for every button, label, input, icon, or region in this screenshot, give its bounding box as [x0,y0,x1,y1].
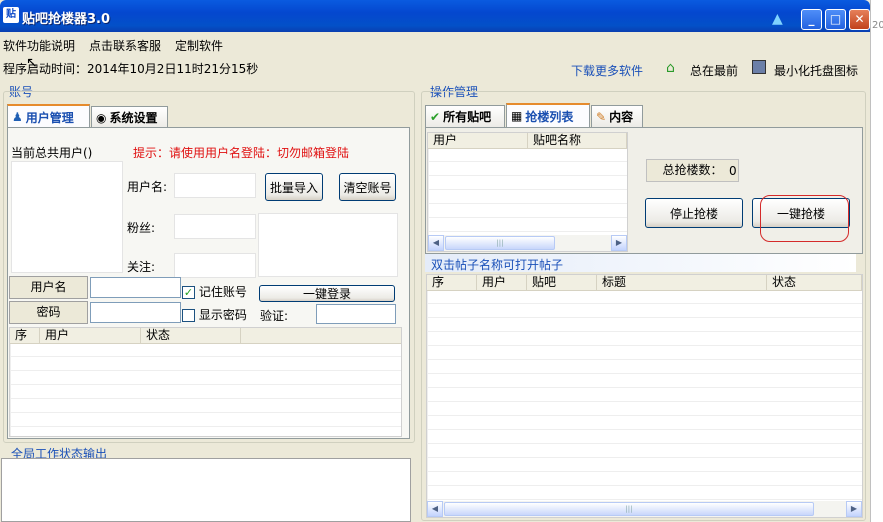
fans-field [174,214,256,239]
col-status[interactable]: 状态 [141,328,241,343]
background-window-edge: 20 [870,0,883,522]
edge-text: 20 [872,20,883,31]
tab-content-label: 内容 [609,110,634,124]
col-post-title[interactable]: 标题 [597,275,767,290]
col-user[interactable]: 用户 [40,328,141,343]
app-icon: 贴 [3,7,19,23]
window-title: 贴吧抢楼器3.0 [22,12,111,27]
verify-label: 验证: [260,309,289,323]
avatar-box [258,213,398,277]
post-scroll-thumb[interactable]: ||| [444,502,814,516]
password-input[interactable] [90,302,181,323]
scroll-thumb[interactable]: ||| [445,236,555,250]
start-time-status: 程序启动时间：2014年10月2日11时21分15秒 [3,62,259,76]
menu-item-help[interactable]: 软件功能说明 [3,37,75,54]
global-status-output[interactable] [1,458,411,522]
fans-label: 粉丝: [127,221,156,235]
cursor-icon: ↖ [26,55,38,71]
remember-check-icon: ✓ [182,286,195,299]
remember-account-checkbox[interactable]: ✓ 记住账号 [182,283,247,300]
show-password-box [182,309,195,322]
always-on-top-button[interactable]: 总在最前 [690,62,738,79]
menu-item-contact[interactable]: 点击联系客服 [89,37,161,54]
col-post-user[interactable]: 用户 [477,275,527,290]
forum-list-header: 用户 贴吧名称 [428,133,627,149]
post-table[interactable]: 序 用户 贴吧 标题 状态 ◀ ||| ▶ [426,274,863,518]
tab-system-settings[interactable]: ◉ 系统设置 [91,106,168,128]
follow-field [174,253,256,278]
tab-all-forums[interactable]: ✔ 所有贴吧 [425,105,505,127]
col-forum-name[interactable]: 贴吧名称 [528,133,627,148]
username-info-label: 用户名: [127,180,168,194]
tab-all-forums-label: 所有贴吧 [443,110,492,124]
pencil-icon: ✎ [596,109,607,124]
user-list-box[interactable] [11,161,123,273]
batch-import-button[interactable]: 批量导入 [265,173,323,201]
tab-user-management-label: 用户管理 [25,110,74,125]
tab-system-settings-label: 系统设置 [109,111,158,125]
col-list-user[interactable]: 用户 [428,133,528,148]
password-label: 密码 [9,301,88,324]
minimize-button[interactable]: _ [801,9,822,30]
pin-icon[interactable]: ▲ [772,11,786,27]
app-window: 贴 贴吧抢楼器3.0 ▲ _ □ ✕ 软件功能说明 点击联系客服 定制软件 程序… [0,0,870,522]
col-post-status[interactable]: 状态 [767,275,862,290]
post-scroll-left-icon[interactable]: ◀ [427,501,443,517]
clear-accounts-button[interactable]: 清空账号 [339,173,396,201]
list-icon: ▦ [511,109,523,123]
tab-grab-list[interactable]: ▦ 抢楼列表 [506,103,590,127]
tray-icon [752,60,766,74]
total-grabs-value: 0 [729,164,737,178]
remember-account-label: 记住账号 [198,285,247,299]
username-info-field[interactable] [174,173,256,198]
download-more-link[interactable]: 下载更多软件 [571,62,643,79]
post-table-hscrollbar[interactable]: ◀ ||| ▶ [427,501,862,517]
scroll-right-icon[interactable]: ▶ [611,235,627,251]
col-post-forum[interactable]: 贴吧 [527,275,597,290]
check-icon: ✔ [430,109,441,124]
post-hint: 双击帖子名称可打开帖子 [431,258,564,272]
close-button[interactable]: ✕ [849,9,870,30]
forum-list-table[interactable]: 用户 贴吧名称 ◀ ||| ▶ [427,132,628,252]
show-password-label: 显示密码 [198,308,247,322]
tab-user-management[interactable]: ♟ 用户管理 [7,104,90,128]
show-password-checkbox[interactable]: 显示密码 [182,306,247,323]
maximize-button[interactable]: □ [825,9,846,30]
total-grabs-label: 总抢楼数： [646,159,739,182]
col-index[interactable]: 序 [10,328,40,343]
post-table-header: 序 用户 贴吧 标题 状态 [427,275,862,291]
minimize-tray-button[interactable]: 最小化托盘图标 [774,62,858,79]
login-username-label: 用户名 [9,276,88,299]
one-key-login-button[interactable]: 一键登录 [259,285,395,302]
follow-label: 关注: [127,260,156,274]
scroll-left-icon[interactable]: ◀ [428,235,444,251]
verify-code-input[interactable] [316,304,396,324]
login-hint: 提示：请使用用户名登陆：切勿邮箱登陆 [133,146,350,160]
tab-content[interactable]: ✎ 内容 [591,105,643,127]
stop-grab-button[interactable]: 停止抢楼 [645,198,743,228]
col-post-index[interactable]: 序 [427,275,477,290]
user-table-header: 序 用户 状态 [10,328,401,344]
post-scroll-right-icon[interactable]: ▶ [846,501,862,517]
home-icon: ⌂ [666,60,675,76]
login-username-input[interactable] [90,277,181,298]
highlight-circle [760,195,849,242]
user-table[interactable]: 序 用户 状态 [9,327,402,437]
total-users-label: 当前总共用户() [11,146,93,160]
tab-grab-list-label: 抢楼列表 [525,109,574,124]
user-icon: ♟ [12,110,23,124]
forum-list-hscrollbar[interactable]: ◀ ||| ▶ [428,235,627,251]
globe-icon: ◉ [96,110,107,125]
title-bar[interactable]: 贴 贴吧抢楼器3.0 ▲ _ □ ✕ [0,0,870,32]
menu-item-custom[interactable]: 定制软件 [175,37,223,54]
